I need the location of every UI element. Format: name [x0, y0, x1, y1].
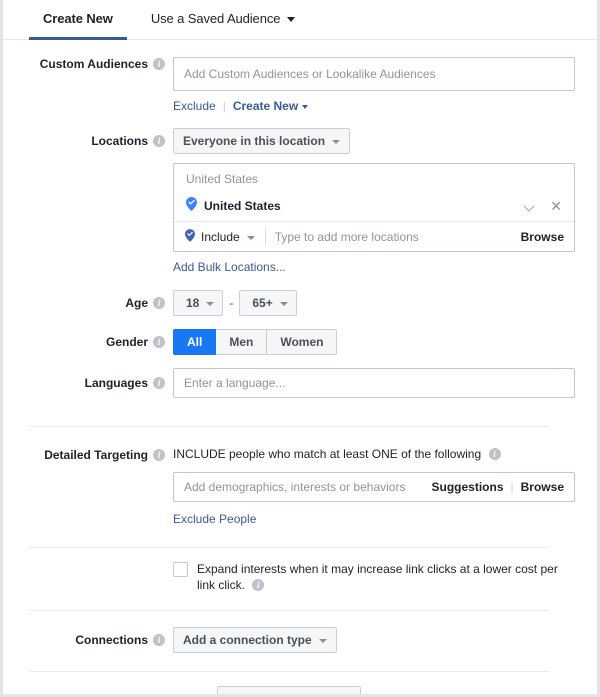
vertical-divider: [265, 228, 266, 245]
close-icon[interactable]: ✕: [550, 199, 564, 213]
exclude-people-row: Exclude People: [173, 512, 575, 526]
gender-option-men[interactable]: Men: [216, 329, 267, 355]
gender-option-all[interactable]: All: [173, 329, 216, 355]
age-label: Age i: [3, 290, 173, 316]
save-audience-button[interactable]: Save This Audience: [217, 686, 362, 697]
tab-create-new[interactable]: Create New: [29, 0, 127, 40]
row-expand-interests: Expand interests when it may increase li…: [3, 561, 575, 593]
info-icon[interactable]: i: [252, 579, 264, 591]
info-icon[interactable]: i: [489, 448, 501, 460]
info-icon[interactable]: i: [153, 336, 165, 348]
info-icon[interactable]: i: [153, 135, 165, 147]
audience-editor-panel: Create New Use a Saved Audience Custom A…: [0, 0, 600, 697]
age-min-dropdown[interactable]: 18: [173, 290, 223, 316]
location-pin-icon: [185, 229, 195, 245]
age-max-dropdown[interactable]: 65+: [239, 290, 296, 316]
create-new-audience-link[interactable]: Create New: [233, 99, 298, 113]
bulk-locations-row: Add Bulk Locations...: [173, 260, 575, 274]
row-languages: Languages i Enter a language...: [3, 368, 575, 398]
section-divider: [29, 426, 549, 427]
gender-label: Gender i: [3, 329, 173, 355]
locations-browse-button[interactable]: Browse: [521, 230, 564, 244]
languages-input[interactable]: Enter a language...: [173, 368, 575, 398]
detailed-targeting-heading: INCLUDE people who match at least ONE of…: [173, 447, 575, 461]
exclude-people-link[interactable]: Exclude People: [173, 512, 256, 526]
info-icon[interactable]: i: [153, 377, 165, 389]
audience-form: Custom Audiences i Add Custom Audiences …: [3, 57, 597, 697]
location-item-name: United States: [204, 199, 524, 213]
locations-label: Locations i: [3, 128, 173, 154]
footer-actions: Save This Audience: [3, 672, 575, 697]
expand-interests-label: Expand interests when it may increase li…: [197, 561, 575, 593]
section-divider: [29, 547, 549, 548]
chevron-down-icon: [319, 639, 327, 643]
exclude-link[interactable]: Exclude: [173, 99, 216, 113]
location-search-input[interactable]: Type to add more locations: [275, 230, 521, 244]
add-connection-type-value: Add a connection type: [183, 633, 312, 647]
custom-audiences-input[interactable]: Add Custom Audiences or Lookalike Audien…: [173, 57, 575, 91]
add-bulk-locations-link[interactable]: Add Bulk Locations...: [173, 260, 286, 274]
location-include-dropdown[interactable]: Include: [185, 229, 255, 245]
age-max-value: 65+: [252, 296, 272, 310]
row-connections: Connections i Add a connection type: [3, 627, 575, 653]
chevron-down-icon: [332, 140, 340, 144]
info-icon[interactable]: i: [153, 58, 165, 70]
detailed-targeting-placeholder: Add demographics, interests or behaviors: [184, 480, 432, 494]
location-scope-dropdown[interactable]: Everyone in this location: [173, 128, 350, 154]
tab-use-saved-audience-label: Use a Saved Audience: [151, 11, 281, 26]
action-divider: |: [511, 480, 514, 494]
detailed-targeting-suggestions-button[interactable]: Suggestions: [432, 480, 504, 494]
languages-label: Languages i: [3, 368, 173, 398]
chevron-down-icon: [287, 17, 295, 22]
languages-placeholder: Enter a language...: [184, 376, 564, 390]
expand-interests-checkbox-row[interactable]: Expand interests when it may increase li…: [173, 561, 575, 593]
chevron-down-icon: [247, 236, 255, 240]
info-icon[interactable]: i: [153, 634, 165, 646]
chevron-down-icon: [280, 302, 288, 306]
add-connection-type-dropdown[interactable]: Add a connection type: [173, 627, 337, 653]
detailed-targeting-input[interactable]: Add demographics, interests or behaviors…: [173, 472, 575, 502]
row-locations: Locations i Everyone in this location Un…: [3, 128, 575, 274]
tab-create-new-label: Create New: [43, 11, 113, 26]
section-divider: [29, 610, 549, 611]
info-icon[interactable]: i: [153, 297, 165, 309]
action-divider: |: [223, 99, 226, 113]
tab-bar: Create New Use a Saved Audience: [3, 0, 597, 40]
locations-box: United States United States ✕: [173, 163, 575, 252]
custom-audiences-placeholder: Add Custom Audiences or Lookalike Audien…: [184, 67, 564, 81]
gender-option-women[interactable]: Women: [267, 329, 337, 355]
location-include-label: Include: [201, 230, 240, 244]
info-icon[interactable]: i: [153, 449, 165, 461]
connections-label: Connections i: [3, 627, 173, 653]
chevron-down-icon[interactable]: [524, 200, 536, 212]
gender-segmented-control: All Men Women: [173, 329, 337, 355]
detailed-targeting-browse-button[interactable]: Browse: [521, 480, 564, 494]
chevron-down-icon: [302, 105, 308, 109]
row-custom-audiences: Custom Audiences i Add Custom Audiences …: [3, 57, 575, 113]
custom-audiences-actions: Exclude | Create New: [173, 99, 575, 113]
expand-interests-checkbox[interactable]: [173, 562, 188, 577]
custom-audiences-label: Custom Audiences i: [3, 57, 173, 71]
location-add-row: Include Type to add more locations Brows…: [174, 222, 574, 251]
row-detailed-targeting: Detailed Targeting i INCLUDE people who …: [3, 447, 575, 526]
locations-box-header: United States: [174, 164, 574, 192]
row-age: Age i 18 - 65+: [3, 290, 575, 316]
age-range-separator: -: [229, 296, 233, 310]
location-item: United States ✕: [174, 192, 574, 222]
tab-use-saved-audience[interactable]: Use a Saved Audience: [137, 0, 310, 40]
location-scope-value: Everyone in this location: [183, 134, 325, 148]
location-pin-icon: [186, 197, 197, 214]
row-gender: Gender i All Men Women: [3, 329, 575, 355]
detailed-targeting-label: Detailed Targeting i: [3, 447, 173, 463]
chevron-down-icon: [206, 302, 214, 306]
age-min-value: 18: [186, 296, 199, 310]
